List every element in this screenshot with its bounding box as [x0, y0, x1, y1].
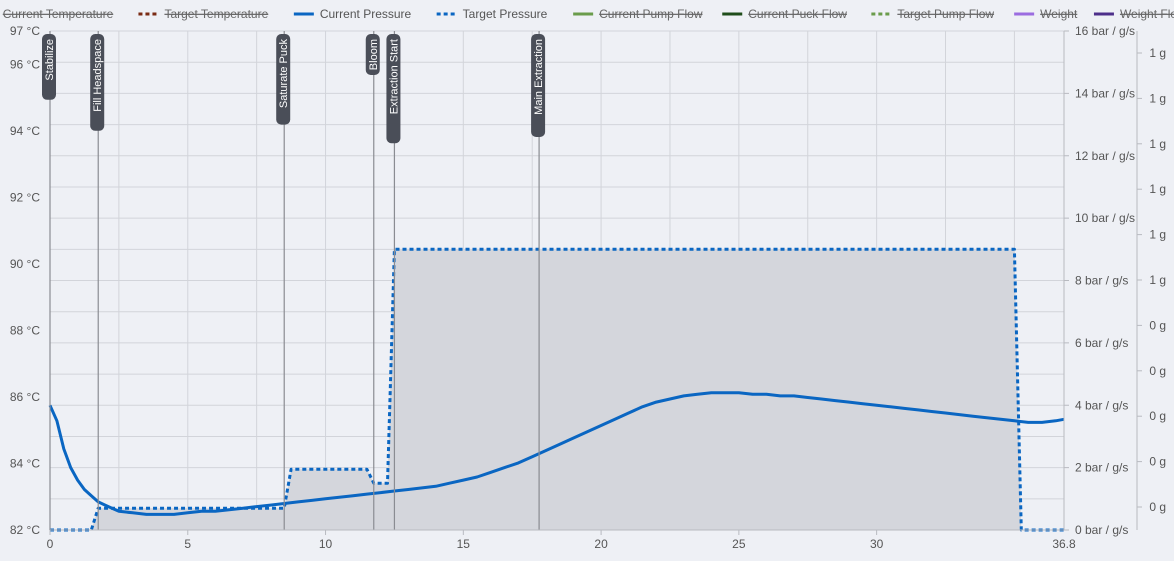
phase-label: Fill Headspace — [90, 34, 105, 131]
phase-label-text: Main Extraction — [533, 39, 545, 115]
legend-item-target-pump-flow[interactable]: Target Pump Flow — [871, 7, 994, 21]
legend-label: Target Pressure — [463, 7, 548, 21]
weight-tick-label: 1 g — [1149, 273, 1166, 287]
legend-item-current-pump-flow[interactable]: Current Pump Flow — [573, 7, 703, 21]
weight-tick-label: 1 g — [1149, 182, 1166, 196]
x-end-label: 36.8 — [1052, 537, 1076, 551]
weight-tick-label: 0 g — [1149, 318, 1166, 332]
legend-label: Weight — [1040, 7, 1078, 21]
phase-label: Saturate Puck — [276, 34, 291, 125]
right-tick-label: 8 bar / g/s — [1075, 274, 1128, 288]
legend-item-weight-flow[interactable]: Weight Flow — [1093, 7, 1174, 21]
x-tick-label: 15 — [457, 537, 471, 551]
phase-label-text: Stabilize — [44, 39, 56, 81]
left-tick-label: 94 °C — [10, 124, 40, 138]
phase-label: Extraction Start — [386, 34, 401, 144]
left-tick-label: 88 °C — [10, 323, 40, 337]
weight-tick-label: 0 g — [1149, 364, 1166, 378]
target-pressure-fill — [50, 249, 1064, 531]
right-tick-label: 10 bar / g/s — [1075, 211, 1135, 225]
weight-tick-label: 1 g — [1149, 137, 1166, 151]
x-tick-label: 20 — [594, 537, 608, 551]
phase-label-text: Fill Headspace — [92, 39, 104, 112]
legend-item-weight[interactable]: Weight — [1014, 7, 1078, 21]
phase-label-text: Extraction Start — [388, 39, 400, 114]
legend-item-current-pressure[interactable]: Current Pressure — [293, 7, 412, 21]
right-tick-label: 16 bar / g/s — [1075, 24, 1135, 38]
phase-label: Stabilize — [42, 34, 56, 100]
legend-label: Current Pump Flow — [599, 7, 703, 21]
pressure-chart: Stabilize Fill Headspace Saturate Puck Bloo… — [0, 0, 1174, 561]
legend-item-target-temperature[interactable]: Target Temperature — [138, 7, 269, 21]
x-tick-label: 0 — [47, 537, 54, 551]
right-tick-label: 2 bar / g/s — [1075, 461, 1128, 475]
weight-tick-label: 0 g — [1149, 455, 1166, 469]
phase-label-text: Bloom — [368, 39, 380, 70]
x-tick-label: 5 — [184, 537, 191, 551]
left-tick-label: 90 °C — [10, 257, 40, 271]
left-tick-label: 82 °C — [10, 523, 40, 537]
weight-tick-label: 1 g — [1149, 46, 1166, 60]
weight-tick-label: 0 g — [1149, 409, 1166, 423]
legend-item-current-temperature[interactable]: Current Temperature — [0, 7, 114, 21]
right-tick-label: 6 bar / g/s — [1075, 336, 1128, 350]
x-tick-label: 25 — [732, 537, 746, 551]
chart-canvas: Stabilize Fill Headspace Saturate Puck Bloo… — [0, 7, 1174, 551]
legend-item-current-puck-flow[interactable]: Current Puck Flow — [722, 7, 847, 21]
legend-label: Target Pump Flow — [897, 7, 994, 21]
left-tick-label: 84 °C — [10, 456, 40, 470]
right-tick-label: 12 bar / g/s — [1075, 149, 1135, 163]
left-tick-label: 97 °C — [10, 24, 40, 38]
left-tick-label: 86 °C — [10, 390, 40, 404]
weight-tick-label: 1 g — [1149, 228, 1166, 242]
target-pressure-area — [50, 249, 1064, 531]
legend-label: Target Temperature — [164, 7, 268, 21]
phase-label: Bloom — [365, 34, 380, 75]
right-tick-label: 14 bar / g/s — [1075, 86, 1135, 100]
legend: Current Temperature Target Temperature Cur… — [0, 7, 1174, 21]
phase-label-text: Saturate Puck — [278, 39, 290, 109]
right-tick-label: 4 bar / g/s — [1075, 398, 1128, 412]
legend-item-target-pressure[interactable]: Target Pressure — [436, 7, 548, 21]
legend-label: Current Puck Flow — [748, 7, 847, 21]
legend-label: Current Temperature — [3, 7, 114, 21]
x-tick-label: 30 — [870, 537, 884, 551]
legend-label: Weight Flow — [1120, 7, 1174, 21]
x-tick-label: 10 — [319, 537, 333, 551]
left-tick-label: 96 °C — [10, 57, 40, 71]
weight-tick-label: 0 g — [1149, 500, 1166, 514]
left-tick-label: 92 °C — [10, 190, 40, 204]
weight-tick-label: 1 g — [1149, 91, 1166, 105]
legend-label: Current Pressure — [320, 7, 412, 21]
right-tick-label: 0 bar / g/s — [1075, 523, 1128, 537]
phase-label: Main Extraction — [531, 34, 546, 137]
